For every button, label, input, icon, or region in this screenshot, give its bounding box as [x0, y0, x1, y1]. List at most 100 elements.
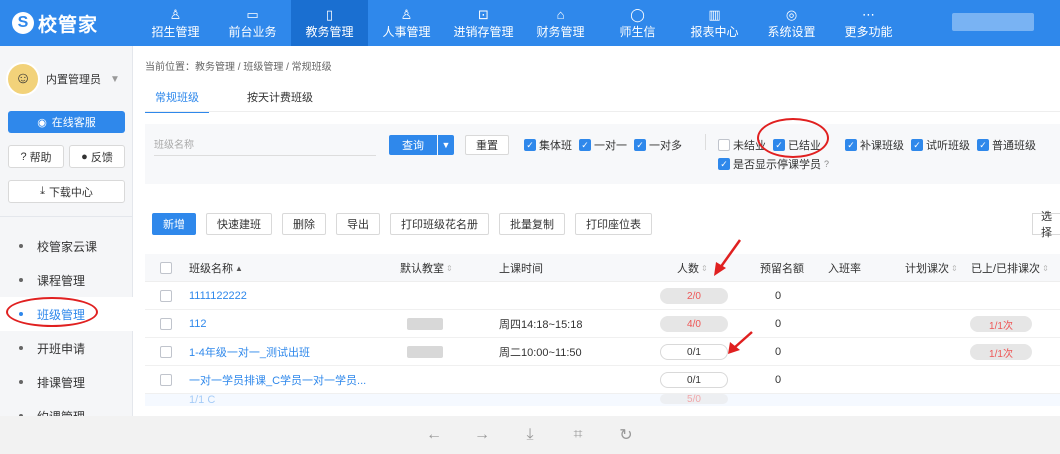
- nav-item-6[interactable]: ◯ 师生信: [599, 0, 676, 46]
- check-icon: ✓: [718, 158, 730, 170]
- nav-item-9[interactable]: ⋯ 更多功能: [830, 0, 907, 46]
- class-name-link[interactable]: 1-4年级一对一_测试出班: [189, 338, 310, 366]
- logo-mark-icon: S: [12, 12, 34, 34]
- user-menu[interactable]: ☺ 内置管理员 ▼: [6, 62, 120, 96]
- toolbar-button-4[interactable]: 打印班级花名册: [390, 213, 489, 235]
- toolbar-button-0[interactable]: 新增: [152, 213, 196, 235]
- row-checkbox[interactable]: [160, 338, 172, 366]
- select-columns-button[interactable]: 选择: [1032, 211, 1060, 239]
- sidebar-item-3[interactable]: 开班申请: [0, 331, 133, 365]
- reserved-seats: 0: [775, 346, 782, 358]
- help-button[interactable]: ? 帮助: [8, 145, 64, 168]
- column-header-4[interactable]: 预留名额: [760, 254, 804, 282]
- nav-item-3[interactable]: ♙ 人事管理: [368, 0, 445, 46]
- student-count: 4/0: [660, 310, 728, 338]
- forward-icon[interactable]: →: [472, 426, 492, 444]
- class-name-link[interactable]: 1/1 C: [189, 394, 215, 406]
- graduation-checkboxes: 未结业 ✓ 已结业: [718, 137, 821, 153]
- fit-screen-icon[interactable]: ⌗: [568, 426, 588, 444]
- back-icon[interactable]: ←: [424, 426, 444, 444]
- feedback-label: 反馈: [90, 151, 113, 164]
- table-row-partial[interactable]: 1/1 C 5/0: [145, 394, 1060, 406]
- nav-label: 财务管理: [536, 25, 585, 39]
- query-button[interactable]: 查询: [389, 135, 437, 155]
- sidebar-item-label: 排课管理: [37, 375, 86, 390]
- default-room: [407, 338, 443, 366]
- count-pill[interactable]: 2/0: [660, 288, 728, 304]
- count-pill[interactable]: 0/1: [660, 344, 728, 360]
- check-icon: ✓: [773, 139, 785, 151]
- column-header-2[interactable]: 上课时间: [499, 254, 543, 282]
- column-header-label: 上课时间: [499, 263, 543, 275]
- checkbox-row1b-1[interactable]: ✓ 已结业: [773, 137, 821, 153]
- sidebar-item-1[interactable]: 课程管理: [0, 263, 133, 297]
- class-name-link[interactable]: 112: [189, 310, 207, 338]
- nav-item-1[interactable]: ▭ 前台业务: [214, 0, 291, 46]
- sidebar-item-4[interactable]: 排课管理: [0, 365, 133, 399]
- column-header-label: 默认教室: [400, 263, 444, 275]
- student-count: 0/1: [660, 366, 728, 394]
- class-name-link[interactable]: 一对一学员排课_C学员一对一学员...: [189, 366, 366, 394]
- class-name-link[interactable]: 1111122222: [189, 282, 247, 310]
- reset-button[interactable]: 重置: [465, 135, 509, 155]
- comment-icon: ●: [81, 150, 88, 163]
- row-checkbox[interactable]: [160, 366, 172, 394]
- count-pill[interactable]: 0/1: [660, 372, 728, 388]
- sidebar-item-0[interactable]: 校管家云课: [0, 229, 133, 263]
- chat-icon: ◉: [37, 116, 47, 129]
- checkbox-row1c-2[interactable]: ✓ 普通班级: [977, 137, 1036, 153]
- column-header-5[interactable]: 入班率: [828, 254, 861, 282]
- table-row[interactable]: 112 周四14:18~15:18 4/0 0 1/1次: [145, 310, 1060, 338]
- logo[interactable]: S 校管家: [12, 9, 98, 37]
- nav-item-0[interactable]: ♙ 招生管理: [137, 0, 214, 46]
- count-pill[interactable]: 5/0: [660, 394, 728, 405]
- toolbar-button-6[interactable]: 打印座位表: [575, 213, 652, 235]
- chevron-down-icon: ▼: [110, 73, 120, 85]
- column-header-0[interactable]: 班级名称 ▲: [189, 254, 243, 282]
- reserved-seats: 0: [775, 290, 782, 302]
- nav-item-7[interactable]: ▥ 报表中心: [676, 0, 753, 46]
- table-row[interactable]: 一对一学员排课_C学员一对一学员... 0/1 0: [145, 366, 1060, 394]
- table-row[interactable]: 1-4年级一对一_测试出班 周二10:00~11:50 0/1 0 1/1次: [145, 338, 1060, 366]
- sidebar: ☺ 内置管理员 ▼ ◉ 在线客服 ? 帮助 ● 反馈 ⤓ 下载中心 校管家云课 课程管…: [0, 46, 133, 424]
- checkbox-row1b-0[interactable]: 未结业: [718, 137, 766, 153]
- rotate-icon[interactable]: ↻: [616, 425, 636, 445]
- student-count: 5/0: [660, 394, 728, 406]
- checkbox-row1c-0[interactable]: ✓ 补课班级: [845, 137, 904, 153]
- checkbox-row1-2[interactable]: ✓ 一对多: [634, 137, 682, 153]
- checkbox-row1-0[interactable]: ✓ 集体班: [524, 137, 572, 153]
- nav-item-8[interactable]: ◎ 系统设置: [753, 0, 830, 46]
- row-checkbox[interactable]: [160, 282, 172, 310]
- column-header-6[interactable]: 计划课次 ⇕: [905, 254, 958, 282]
- tab-1[interactable]: 按天计费班级: [237, 81, 323, 113]
- count-pill[interactable]: 4/0: [660, 316, 728, 332]
- online-service-button[interactable]: ◉ 在线客服: [8, 111, 125, 133]
- download-icon[interactable]: ⤓: [520, 426, 540, 444]
- column-header-3[interactable]: 人数 ⇕: [677, 254, 708, 282]
- select-all-checkbox[interactable]: [160, 254, 172, 282]
- nav-item-5[interactable]: ⌂ 财务管理: [522, 0, 599, 46]
- download-center-button[interactable]: ⤓ 下载中心: [8, 180, 125, 203]
- column-header-7[interactable]: 已上/已排课次 ⇕: [971, 254, 1049, 282]
- column-header-1[interactable]: 默认教室 ⇕: [400, 254, 453, 282]
- checkbox-row1c-1[interactable]: ✓ 试听班级: [911, 137, 970, 153]
- filter-divider: [705, 134, 706, 150]
- toolbar-button-1[interactable]: 快速建班: [206, 213, 272, 235]
- checkbox-row1-1[interactable]: ✓ 一对一: [579, 137, 627, 153]
- row-checkbox[interactable]: [160, 310, 172, 338]
- feedback-button[interactable]: ● 反馈: [69, 145, 125, 168]
- table-row[interactable]: 1111122222 2/0 0: [145, 282, 1060, 310]
- show-suspended-checkbox[interactable]: ✓ 是否显示停课学员 ?: [718, 156, 829, 172]
- toolbar-button-2[interactable]: 删除: [282, 213, 326, 235]
- tab-0[interactable]: 常规班级: [145, 81, 209, 113]
- nav-item-2[interactable]: ▯ 教务管理: [291, 0, 368, 46]
- user-info-blurred[interactable]: [952, 13, 1034, 31]
- nav-label: 师生信: [619, 25, 656, 39]
- column-header-label: 人数: [677, 263, 699, 275]
- class-name-search-input[interactable]: [154, 136, 376, 156]
- nav-item-4[interactable]: ⊡ 进销存管理: [445, 0, 522, 46]
- toolbar-button-5[interactable]: 批量复制: [499, 213, 565, 235]
- query-dropdown-chevron-icon[interactable]: ▼: [438, 135, 454, 155]
- toolbar-button-3[interactable]: 导出: [336, 213, 380, 235]
- sidebar-item-2[interactable]: 班级管理: [0, 297, 133, 331]
